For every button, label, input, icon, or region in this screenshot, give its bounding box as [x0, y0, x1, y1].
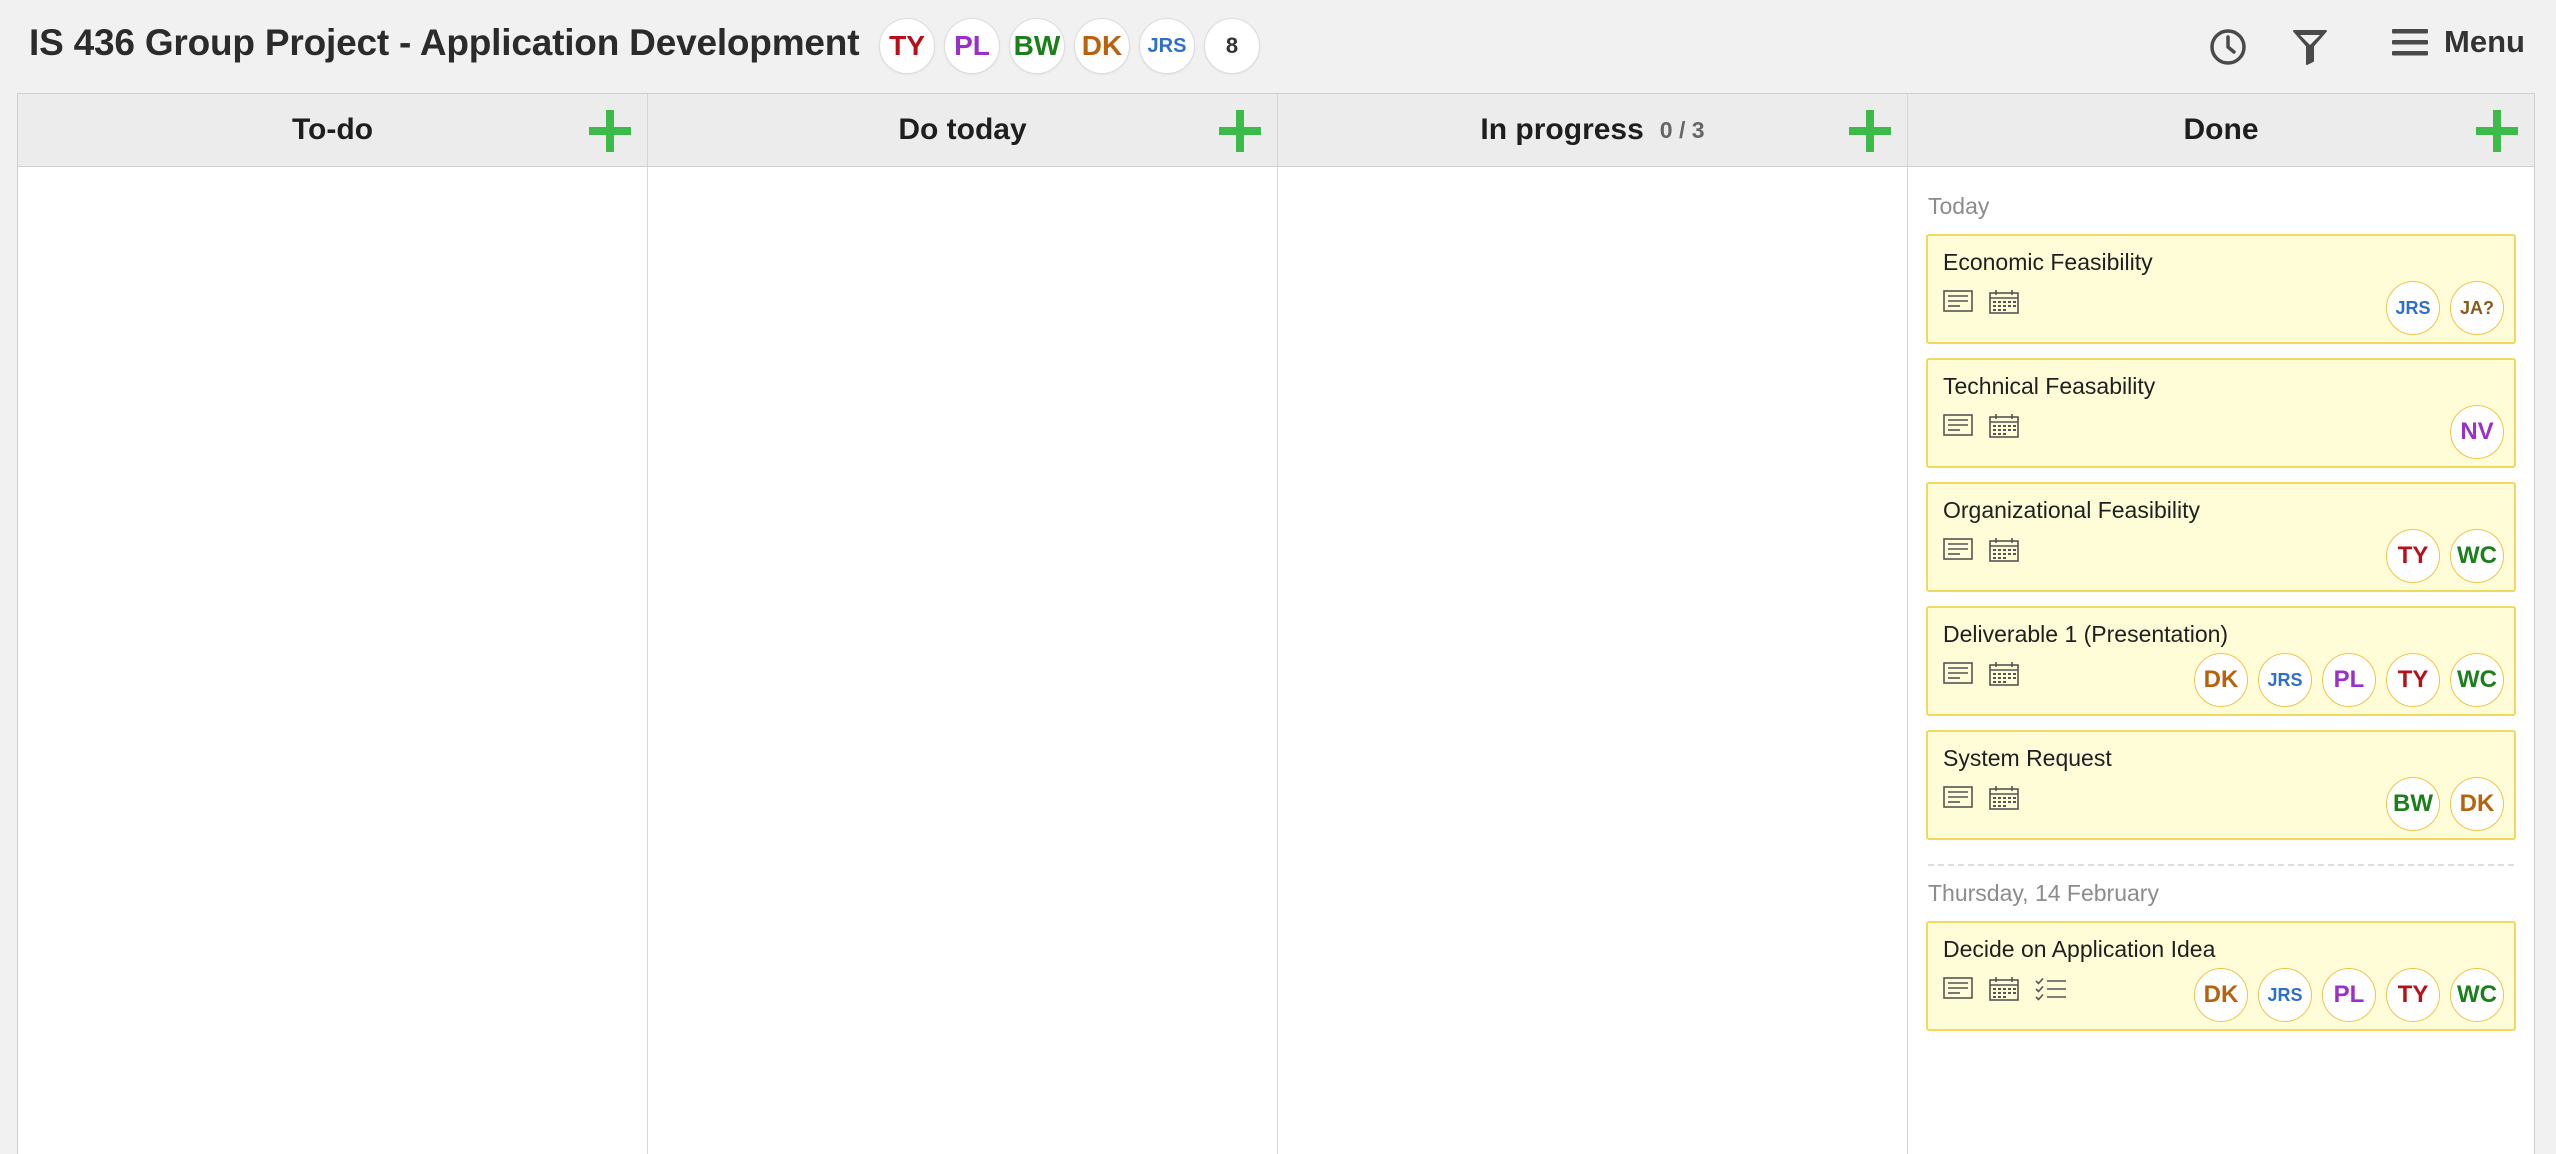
card-icons [1943, 977, 2067, 1001]
task-card[interactable]: System Request BW DK [1926, 730, 2516, 840]
member-avatar-dk[interactable]: DK [1074, 18, 1130, 74]
wip-limit: 0 / 3 [1659, 116, 1705, 143]
column-title[interactable]: To-do [292, 113, 373, 147]
column-do-today: Do today [648, 94, 1278, 1154]
assignee-avatar[interactable]: DK [2194, 968, 2248, 1022]
task-card[interactable]: Decide on Application Idea DK JRS PL TY WC [1926, 921, 2516, 1031]
description-icon [1943, 786, 1973, 810]
card-assignees: BW DK [2386, 777, 2504, 831]
assignee-avatar[interactable]: TY [2386, 653, 2440, 707]
card-title: Economic Feasibility [1943, 249, 2153, 275]
board-members: TY PL BW DK JRS 8 [879, 18, 1260, 74]
member-avatar-bw[interactable]: BW [1009, 18, 1065, 74]
calendar-icon [1989, 662, 2019, 686]
assignee-avatar[interactable]: PL [2322, 968, 2376, 1022]
column-title[interactable]: Done [2184, 113, 2259, 147]
checklist-icon [2035, 977, 2067, 1001]
card-title: Technical Feasability [1943, 373, 2156, 399]
card-assignees: DK JRS PL TY WC [2194, 653, 2504, 707]
description-icon [1943, 290, 1973, 314]
card-title: Decide on Application Idea [1943, 936, 2216, 962]
assignee-avatar[interactable]: PL [2322, 653, 2376, 707]
column-title[interactable]: In progress [1480, 113, 1643, 147]
card-title: Deliverable 1 (Presentation) [1943, 621, 2229, 647]
clock-icon [2210, 29, 2246, 65]
assignee-avatar[interactable]: DK [2450, 777, 2504, 831]
card-title: Organizational Feasibility [1943, 497, 2200, 523]
kanban-board: To-do Do today In progress 0 / 3 Done To… [17, 93, 2535, 1154]
calendar-icon [1989, 786, 2019, 810]
date-group-label: Thursday, 14 February [1928, 880, 2159, 906]
assignee-avatar[interactable]: WC [2450, 529, 2504, 583]
column-title[interactable]: Do today [898, 113, 1026, 147]
card-icons [1943, 538, 2019, 562]
calendar-icon [1989, 290, 2019, 314]
assignee-avatar[interactable]: WC [2450, 653, 2504, 707]
column-header-done: Done [1908, 94, 2534, 167]
history-button[interactable] [2206, 25, 2250, 69]
card-icons [1943, 786, 2019, 810]
board-title[interactable]: IS 436 Group Project - Application Devel… [29, 22, 860, 64]
column-header-in-progress: In progress 0 / 3 [1278, 94, 1907, 167]
filter-icon [2293, 30, 2327, 65]
add-card-icon[interactable] [1847, 108, 1893, 154]
board-header: IS 436 Group Project - Application Devel… [0, 0, 2556, 92]
card-icons [1943, 662, 2019, 686]
assignee-avatar[interactable]: NV [2450, 405, 2504, 459]
calendar-icon [1989, 538, 2019, 562]
column-todo: To-do [18, 94, 648, 1154]
assignee-avatar[interactable]: WC [2450, 968, 2504, 1022]
add-card-icon[interactable] [2474, 108, 2520, 154]
task-card[interactable]: Deliverable 1 (Presentation) DK JRS PL TY WC [1926, 606, 2516, 716]
description-icon [1943, 662, 1973, 686]
card-assignees: JRS JA? [2386, 281, 2504, 335]
assignee-avatar[interactable]: DK [2194, 653, 2248, 707]
task-card[interactable]: Economic Feasibility JRS JA? [1926, 234, 2516, 344]
assignee-avatar[interactable]: BW [2386, 777, 2440, 831]
menu-label: Menu [2444, 24, 2525, 59]
card-assignees: TY WC [2386, 529, 2504, 583]
card-assignees: NV [2450, 405, 2504, 459]
calendar-icon [1989, 977, 2019, 1001]
add-card-icon[interactable] [587, 108, 633, 154]
task-card[interactable]: Organizational Feasibility TY WC [1926, 482, 2516, 592]
calendar-icon [1989, 414, 2019, 438]
member-avatar-jrs[interactable]: JRS [1139, 18, 1195, 74]
column-header-do-today: Do today [648, 94, 1277, 167]
member-avatar-ty[interactable]: TY [879, 18, 935, 74]
card-title: System Request [1943, 745, 2112, 771]
done-card-list: Today Economic Feasibility JRS JA? Technical… [1908, 193, 2534, 1031]
column-in-progress: In progress 0 / 3 [1278, 94, 1908, 1154]
description-icon [1943, 977, 1973, 1001]
hamburger-icon [2392, 29, 2428, 56]
filter-button[interactable] [2288, 25, 2332, 69]
card-assignees: DK JRS PL TY WC [2194, 968, 2504, 1022]
member-avatar-pl[interactable]: PL [944, 18, 1000, 74]
add-card-icon[interactable] [1217, 108, 1263, 154]
date-group-label: Today [1928, 193, 1990, 219]
more-members-count[interactable]: 8 [1204, 18, 1260, 74]
assignee-avatar[interactable]: TY [2386, 968, 2440, 1022]
card-icons [1943, 290, 2019, 314]
assignee-avatar[interactable]: JA? [2450, 281, 2504, 335]
menu-button[interactable]: Menu [2390, 24, 2525, 60]
description-icon [1943, 538, 1973, 562]
task-card[interactable]: Technical Feasability NV [1926, 358, 2516, 468]
description-icon [1943, 414, 1973, 438]
assignee-avatar[interactable]: TY [2386, 529, 2440, 583]
column-header-todo: To-do [18, 94, 647, 167]
assignee-avatar[interactable]: JRS [2258, 968, 2312, 1022]
column-done: Done Today Economic Feasibility JRS JA? Tech… [1908, 94, 2534, 1154]
card-icons [1943, 414, 2019, 438]
assignee-avatar[interactable]: JRS [2386, 281, 2440, 335]
assignee-avatar[interactable]: JRS [2258, 653, 2312, 707]
group-divider [1928, 864, 2514, 866]
